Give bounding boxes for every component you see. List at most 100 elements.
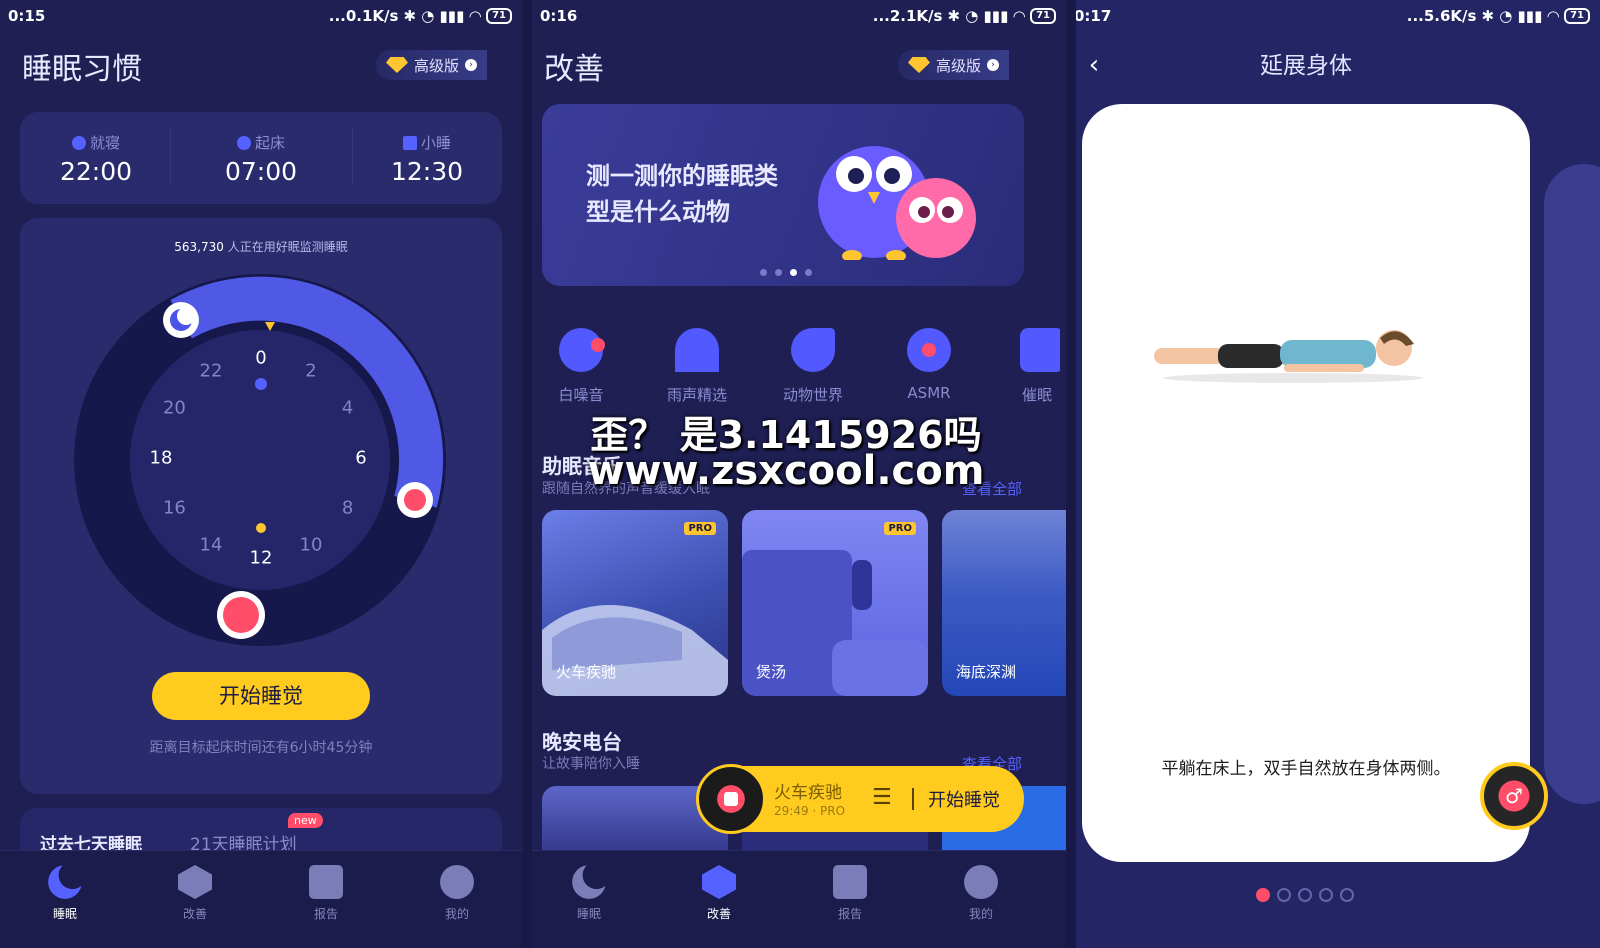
tab-report[interactable]: 报告 bbox=[815, 865, 885, 922]
battery-icon: 71 bbox=[1564, 8, 1590, 24]
page-dot[interactable] bbox=[1340, 888, 1354, 902]
music-toggle-button[interactable]: ♂ bbox=[1480, 762, 1548, 830]
player-title: 火车疾驰 bbox=[774, 783, 842, 803]
music-section-subtitle: 跟随自然界的声音缓缓入眠 bbox=[542, 481, 710, 497]
premium-label: 高级版 bbox=[936, 56, 982, 75]
zzz-icon bbox=[223, 597, 259, 633]
dial-hour-8: 8 bbox=[341, 497, 354, 519]
tab-profile[interactable]: 我的 bbox=[946, 865, 1016, 922]
network-speed: ...5.6K/s bbox=[1406, 7, 1477, 25]
nap-icon bbox=[402, 135, 417, 150]
status-time: 0:15 bbox=[8, 7, 46, 25]
next-card-peek[interactable] bbox=[1544, 164, 1600, 804]
page-dot[interactable] bbox=[1319, 888, 1333, 902]
page-dot[interactable] bbox=[1298, 888, 1312, 902]
category-white-noise[interactable]: 白噪音 bbox=[536, 328, 626, 405]
page-dot[interactable] bbox=[1256, 888, 1270, 902]
diamond-icon bbox=[386, 57, 408, 73]
status-bar: 0:15 ...0.1K/s ✱ ◔ ▮▮▮ ◠ 71 bbox=[0, 0, 522, 32]
bedtime-value: 22:00 bbox=[59, 157, 133, 186]
owl-mascot-image bbox=[818, 146, 976, 260]
report-icon bbox=[833, 865, 867, 899]
exercise-card: 平躺在床上，双手自然放在身体两侧。 bbox=[1082, 104, 1530, 862]
dial-hour-14: 14 bbox=[199, 534, 223, 556]
status-bar: 0:17 ...5.6K/s ✱ ◔ ▮▮▮ ◠ 71 bbox=[1076, 0, 1600, 32]
wake-item[interactable]: 起床 07:00 bbox=[191, 132, 331, 186]
wake-countdown: 距离目标起床时间还有6小时45分钟 bbox=[149, 740, 373, 756]
signal-icons: ✱ ◔ ▮▮▮ ◠ bbox=[403, 7, 482, 25]
sleep-habit-screen: 0:15 ...0.1K/s ✱ ◔ ▮▮▮ ◠ 71 睡眠习惯 高级版 › 就… bbox=[0, 0, 522, 948]
banner-text: 测一测你的睡眠类型是什么动物 bbox=[586, 162, 778, 226]
pro-badge: PRO bbox=[684, 522, 716, 535]
radio-section-title: 晚安电台 bbox=[542, 730, 622, 754]
chevron-right-icon: › bbox=[987, 59, 1000, 71]
white-noise-icon bbox=[559, 328, 605, 372]
exercise-instruction: 平躺在床上，双手自然放在身体两侧。 bbox=[1161, 759, 1451, 779]
sleep-dial[interactable] bbox=[70, 270, 450, 650]
alarm-icon bbox=[236, 135, 251, 150]
music-see-all-link[interactable]: 查看全部 bbox=[962, 478, 1022, 499]
bird-icon bbox=[791, 328, 835, 372]
music-card-title: 火车疾驰 bbox=[556, 663, 617, 681]
tab-sleep[interactable]: 睡眠 bbox=[30, 865, 100, 922]
sun-icon bbox=[256, 523, 266, 533]
divider bbox=[352, 128, 353, 184]
signal-icons: ✱ ◔ ▮▮▮ ◠ bbox=[1481, 7, 1560, 25]
tab-profile[interactable]: 我的 bbox=[422, 865, 492, 922]
network-speed: ...0.1K/s bbox=[328, 7, 399, 25]
player-start-sleep-button[interactable]: 开始睡觉 bbox=[928, 786, 1000, 812]
music-card-train[interactable]: PRO 火车疾驰 bbox=[542, 510, 728, 696]
dial-hour-12: 12 bbox=[249, 547, 273, 569]
dial-hour-2: 2 bbox=[305, 360, 317, 382]
monitor-text: 563,730 人正在用好眠监测睡眠 bbox=[0, 238, 522, 255]
wake-label: 起床 bbox=[254, 134, 285, 152]
premium-button[interactable]: 高级版 › bbox=[898, 50, 1010, 80]
category-asmr[interactable]: ASMR bbox=[884, 328, 974, 402]
moon-icon bbox=[71, 135, 86, 150]
alarm-icon bbox=[404, 489, 426, 511]
category-rain[interactable]: 雨声精选 bbox=[652, 328, 742, 405]
battery-icon: 71 bbox=[1030, 8, 1056, 24]
category-animals[interactable]: 动物世界 bbox=[768, 328, 858, 405]
moon-icon bbox=[572, 865, 606, 899]
battery-icon: 71 bbox=[486, 8, 512, 24]
music-card-title: 煲汤 bbox=[756, 663, 787, 681]
chevron-right-icon: › bbox=[465, 59, 478, 71]
carousel-dots[interactable] bbox=[760, 269, 812, 276]
wake-value: 07:00 bbox=[224, 157, 298, 186]
music-card-soup[interactable]: PRO 煲汤 bbox=[742, 510, 928, 696]
page-dot[interactable] bbox=[1277, 888, 1291, 902]
quiz-banner[interactable]: 测一测你的睡眠类型是什么动物 bbox=[542, 104, 1024, 286]
moon-icon bbox=[48, 865, 82, 899]
dial-hour-6: 6 bbox=[355, 447, 367, 469]
tab-improve[interactable]: 改善 bbox=[684, 865, 754, 922]
status-bar: 0:16 ...2.1K/s ✱ ◔ ▮▮▮ ◠ 71 bbox=[532, 0, 1066, 32]
premium-button[interactable]: 高级版 › bbox=[376, 50, 488, 80]
player-subtitle: 29:49 · PRO bbox=[774, 804, 846, 818]
radio-section-subtitle: 让故事陪你入睡 bbox=[542, 756, 640, 772]
monitor-count: 563,730 bbox=[174, 240, 224, 254]
bottom-tab-bar: 睡眠 改善 报告 我的 bbox=[0, 850, 522, 948]
page-indicator[interactable] bbox=[1256, 888, 1354, 902]
start-sleep-button[interactable]: 开始睡觉 bbox=[152, 672, 370, 720]
playlist-icon[interactable]: ☰ bbox=[872, 785, 892, 810]
dial-hour-4: 4 bbox=[341, 397, 354, 419]
report-icon bbox=[309, 865, 343, 899]
monitor-caption: 人正在用好眠监测睡眠 bbox=[227, 240, 348, 254]
bedtime-item[interactable]: 就寝 22:00 bbox=[26, 132, 166, 186]
nap-label: 小睡 bbox=[420, 134, 451, 152]
music-section-title: 助眠音乐 bbox=[542, 454, 622, 478]
category-hypnosis[interactable]: 催眠 bbox=[1000, 328, 1060, 405]
premium-label: 高级版 bbox=[414, 56, 460, 75]
tab-improve[interactable]: 改善 bbox=[160, 865, 230, 922]
diamond-icon bbox=[908, 57, 930, 73]
music-card-deep-sea[interactable]: 海底深渊 bbox=[942, 510, 1066, 696]
nap-item[interactable]: 小睡 12:30 bbox=[357, 132, 497, 186]
improve-icon bbox=[702, 865, 736, 899]
dial-hour-10: 10 bbox=[299, 534, 323, 556]
umbrella-icon bbox=[675, 328, 719, 372]
mini-player[interactable]: 火车疾驰 29:49 · PRO ☰ 开始睡觉 bbox=[696, 764, 1024, 834]
tab-report[interactable]: 报告 bbox=[291, 865, 361, 922]
stop-button[interactable] bbox=[696, 764, 766, 834]
tab-sleep[interactable]: 睡眠 bbox=[554, 865, 624, 922]
